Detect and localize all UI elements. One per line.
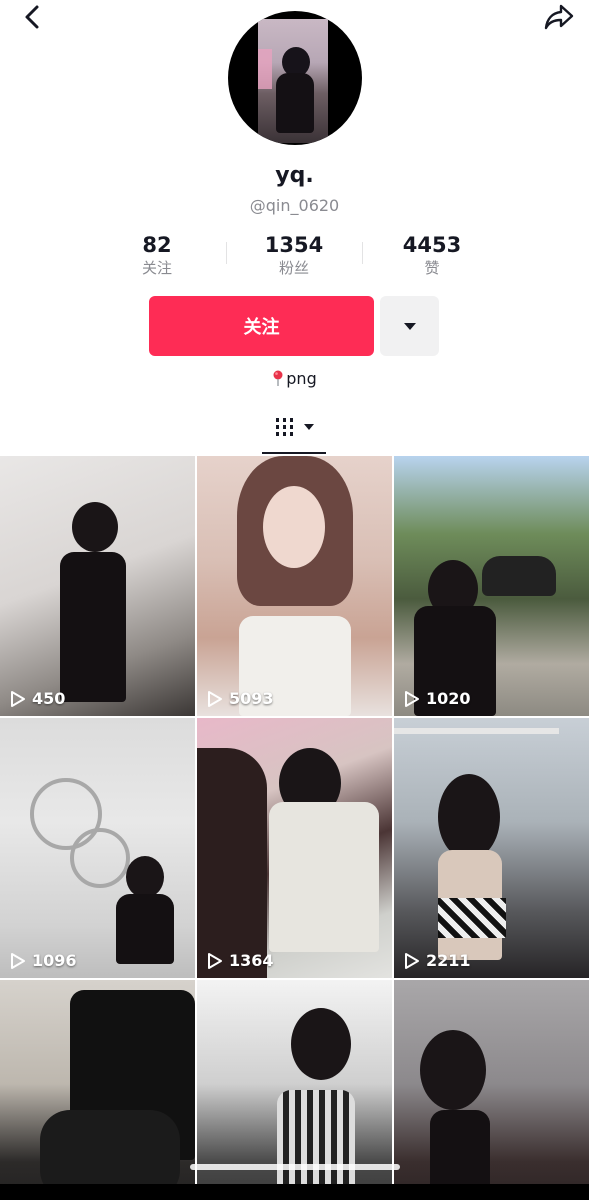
following-count: 82 [142,233,172,257]
bio: png [0,369,589,388]
likes-label: 赞 [424,259,440,277]
tab-active-indicator [262,452,326,454]
pin-icon [273,370,283,386]
video-tile[interactable]: 1096 [0,718,195,978]
view-count: 1364 [207,951,274,970]
profile-page: yq. @qin_0620 82 关注 1354 粉丝 4453 赞 关注 pn… [0,0,589,1200]
caret-down-icon [403,322,416,330]
more-options-button[interactable] [380,296,439,356]
likes-count: 4453 [402,233,462,257]
stat-followers[interactable]: 1354 粉丝 [224,232,364,278]
video-tile[interactable]: 1364 [197,718,392,978]
profile-stats: 82 关注 1354 粉丝 4453 赞 [0,232,589,282]
video-tile[interactable]: 5093 [197,456,392,716]
video-tile[interactable]: 450 [0,456,195,716]
avatar-photo [258,19,328,143]
view-count: 450 [10,689,65,708]
user-handle: @qin_0620 [249,196,340,215]
stat-likes[interactable]: 4453 赞 [362,232,502,278]
view-count: 1020 [404,689,471,708]
view-count: 1096 [10,951,77,970]
bio-text: png [286,369,317,388]
share-arrow-icon [544,4,574,30]
video-tile[interactable] [0,980,195,1200]
video-tile[interactable]: 2211 [394,718,589,978]
back-button[interactable] [12,2,52,32]
followers-count: 1354 [264,233,324,257]
share-button[interactable] [539,2,579,32]
avatar[interactable] [228,11,362,145]
following-label: 关注 [141,259,172,277]
play-icon [11,952,25,969]
stat-following[interactable]: 82 关注 [87,232,227,278]
play-icon [208,952,222,969]
follow-button[interactable]: 关注 [149,296,374,356]
chevron-left-icon [25,5,39,29]
view-count: 5093 [207,689,274,708]
play-icon [405,952,419,969]
tab-videos[interactable] [262,410,326,452]
grid-bars-icon [276,418,314,436]
bottom-edge [0,1184,589,1200]
followers-label: 粉丝 [278,259,309,277]
username: yq. [275,163,314,188]
play-icon [405,690,419,707]
play-icon [11,690,25,707]
video-tile[interactable] [394,980,589,1200]
view-count: 2211 [404,951,471,970]
play-icon [208,690,222,707]
home-indicator[interactable] [190,1164,400,1170]
video-tile[interactable]: 1020 [394,456,589,716]
